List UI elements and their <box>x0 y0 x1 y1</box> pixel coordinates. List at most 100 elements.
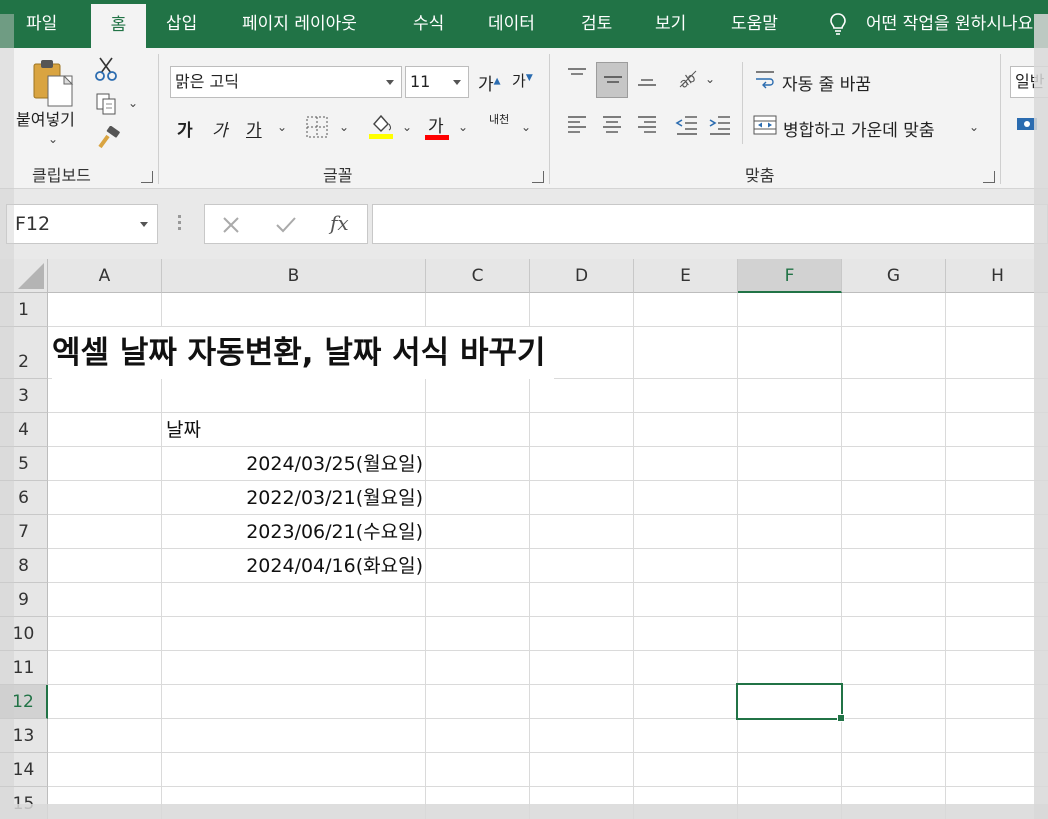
excel-window: 파일 홈 삽입 페이지 레이아웃 수식 데이터 검토 보기 도움말 어떤 작업을… <box>0 0 1048 819</box>
alignment-launcher-icon[interactable] <box>983 171 995 183</box>
merge-center-button[interactable]: 병합하고 가운데 맞춤 <box>783 116 935 141</box>
group-separator <box>158 54 159 184</box>
cell-b8[interactable]: 2024/04/16(화요일) <box>162 549 423 583</box>
tab-view[interactable]: 보기 <box>655 0 686 48</box>
copy-icon[interactable] <box>95 92 119 116</box>
cell-a2[interactable]: 엑셀 날짜 자동변환, 날짜 서식 바꾸기 <box>52 327 554 379</box>
align-bottom-icon[interactable] <box>636 70 658 90</box>
borders-icon[interactable] <box>306 116 328 138</box>
font-color-button[interactable]: 가 <box>428 112 444 137</box>
lightbulb-icon <box>830 13 846 35</box>
column-header-b[interactable]: B <box>162 259 426 293</box>
underline-button[interactable]: 가 <box>246 116 262 141</box>
fill-handle[interactable] <box>837 714 845 722</box>
ribbon-home: 붙여넣기 ⌄ ⌄ 클립보드 맑은 고딕 11 가▲ 가▼ 가 가 가 ⌄ ⌄ ⌄… <box>0 48 1048 189</box>
bold-button[interactable]: 가 <box>177 116 193 141</box>
phonetic-dropdown-icon[interactable]: ⌄ <box>521 120 531 134</box>
tell-me-search[interactable]: 어떤 작업을 원하시나요 <box>866 0 1033 48</box>
tab-home[interactable]: 홈 <box>91 4 146 48</box>
tab-insert[interactable]: 삽입 <box>166 0 197 48</box>
grow-font-button[interactable]: 가▲ <box>478 70 501 95</box>
clipboard-launcher-icon[interactable] <box>141 171 153 183</box>
borders-dropdown-icon[interactable]: ⌄ <box>339 120 349 134</box>
merge-center-icon[interactable] <box>753 114 777 136</box>
font-name-value: 맑은 고딕 <box>175 72 239 91</box>
group-separator <box>549 54 550 184</box>
font-launcher-icon[interactable] <box>532 171 544 183</box>
paste-dropdown-icon[interactable]: ⌄ <box>48 132 58 146</box>
font-size-combo[interactable]: 11 <box>405 66 469 98</box>
gridline <box>945 293 946 819</box>
fill-color-icon[interactable] <box>368 112 394 140</box>
cancel-icon[interactable] <box>222 216 240 234</box>
alignment-group-label: 맞춤 <box>745 166 775 185</box>
format-painter-icon[interactable] <box>95 126 121 150</box>
chevron-down-icon <box>453 80 461 85</box>
font-name-combo[interactable]: 맑은 고딕 <box>170 66 402 98</box>
column-header-g[interactable]: G <box>842 259 946 293</box>
worksheet-grid[interactable]: A B C D E F G H 1 2 3 4 5 6 7 8 9 10 11 … <box>0 259 1048 819</box>
splitter-handle[interactable] <box>178 215 181 233</box>
sheet-title: 엑셀 날짜 자동변환, 날짜 서식 바꾸기 <box>52 335 546 371</box>
orientation-icon[interactable]: ab <box>676 66 700 90</box>
align-left-icon[interactable] <box>566 114 588 136</box>
cell-b7[interactable]: 2023/06/21(수요일) <box>162 515 423 549</box>
copy-dropdown-icon[interactable]: ⌄ <box>128 96 138 110</box>
cut-icon[interactable] <box>94 56 118 82</box>
cell-b5[interactable]: 2024/03/25(월요일) <box>162 447 423 481</box>
column-header-a[interactable]: A <box>48 259 162 293</box>
cell-b6[interactable]: 2022/03/21(월요일) <box>162 481 423 515</box>
tab-review[interactable]: 검토 <box>581 0 612 48</box>
cell-b4[interactable]: 날짜 <box>166 413 201 447</box>
select-all-triangle-icon <box>18 263 44 289</box>
tab-file[interactable]: 파일 <box>26 0 57 48</box>
tab-data[interactable]: 데이터 <box>488 0 535 48</box>
chevron-down-icon <box>386 80 394 85</box>
gridline <box>48 786 1048 787</box>
font-size-value: 11 <box>410 72 431 91</box>
tab-formulas[interactable]: 수식 <box>413 0 444 48</box>
insert-function-button[interactable]: fx <box>330 211 349 235</box>
italic-button[interactable]: 가 <box>212 116 228 141</box>
fill-color-dropdown-icon[interactable]: ⌄ <box>402 120 412 134</box>
wrap-text-icon[interactable] <box>754 68 776 90</box>
gridline <box>633 293 634 819</box>
gridline <box>841 293 842 819</box>
formula-buttons: fx <box>204 204 368 244</box>
align-top-icon[interactable] <box>566 66 588 86</box>
font-color-dropdown-icon[interactable]: ⌄ <box>458 120 468 134</box>
ribbon-tab-bar: 파일 홈 삽입 페이지 레이아웃 수식 데이터 검토 보기 도움말 어떤 작업을… <box>0 0 1048 48</box>
chevron-down-icon <box>140 222 148 227</box>
shrink-font-button[interactable]: 가▼ <box>512 70 533 91</box>
formula-input[interactable] <box>372 204 1048 244</box>
name-box[interactable]: F12 <box>6 204 158 244</box>
font-color-swatch <box>425 135 449 140</box>
column-header-h[interactable]: H <box>946 259 1048 293</box>
column-header-f[interactable]: F <box>738 259 842 293</box>
wrap-text-button[interactable]: 자동 줄 바꿈 <box>782 70 871 95</box>
tab-help[interactable]: 도움말 <box>731 0 778 48</box>
align-right-icon[interactable] <box>636 114 658 136</box>
paste-icon[interactable] <box>30 58 78 110</box>
align-center-icon[interactable] <box>601 114 623 136</box>
tab-page-layout[interactable]: 페이지 레이아웃 <box>242 0 357 48</box>
clipboard-group-label: 클립보드 <box>32 166 91 185</box>
phonetic-guide-button[interactable]: 내천 <box>489 114 513 126</box>
increase-indent-icon[interactable] <box>708 114 732 136</box>
merge-dropdown-icon[interactable]: ⌄ <box>969 120 979 134</box>
enter-icon[interactable] <box>275 216 297 234</box>
selected-cell-f12[interactable] <box>736 683 843 720</box>
column-header-c[interactable]: C <box>426 259 530 293</box>
window-edge <box>0 14 14 804</box>
gridline <box>48 752 1048 753</box>
orientation-dropdown-icon[interactable]: ⌄ <box>705 72 715 86</box>
column-header-e[interactable]: E <box>634 259 738 293</box>
decrease-indent-icon[interactable] <box>675 114 699 136</box>
underline-dropdown-icon[interactable]: ⌄ <box>277 120 287 134</box>
paste-button[interactable]: 붙여넣기 <box>16 106 75 130</box>
align-middle-button[interactable] <box>596 62 628 98</box>
gridline <box>737 293 738 819</box>
column-header-d[interactable]: D <box>530 259 634 293</box>
formula-bar: F12 fx <box>0 189 1048 259</box>
window-edge <box>0 804 1048 819</box>
